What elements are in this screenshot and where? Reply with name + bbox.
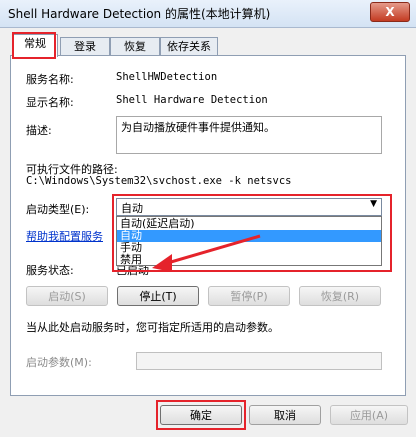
description-text: 为自动播放硬件事件提供通知。 bbox=[121, 121, 275, 134]
start-params-input[interactable] bbox=[136, 352, 382, 370]
chevron-down-icon: ▼ bbox=[370, 199, 377, 209]
service-name-value: ShellHWDetection bbox=[116, 71, 218, 83]
tab-general[interactable]: 常规 bbox=[12, 34, 58, 57]
resume-button[interactable]: 恢复(R) bbox=[299, 286, 381, 306]
start-params-hint: 当从此处启动服务时，您可指定所适用的启动参数。 bbox=[26, 321, 279, 334]
startup-type-value: 自动 bbox=[121, 202, 143, 215]
stop-button[interactable]: 停止(T) bbox=[117, 286, 199, 306]
exe-path-value: C:\Windows\System32\svchost.exe -k netsv… bbox=[26, 175, 292, 187]
service-name-label: 服务名称: bbox=[26, 73, 74, 86]
description-box[interactable]: 为自动播放硬件事件提供通知。 bbox=[116, 116, 382, 154]
tab-recovery[interactable]: 恢复 bbox=[110, 37, 160, 56]
pause-button[interactable]: 暂停(P) bbox=[208, 286, 290, 306]
ok-button[interactable]: 确定 bbox=[160, 405, 242, 425]
startup-type-select[interactable]: 自动 ▼ bbox=[116, 198, 382, 216]
service-status-label: 服务状态: bbox=[26, 264, 74, 277]
tab-logon[interactable]: 登录 bbox=[60, 37, 110, 56]
apply-button[interactable]: 应用(A) bbox=[330, 405, 408, 425]
help-link[interactable]: 帮助我配置服务 bbox=[26, 228, 103, 244]
start-params-label: 启动参数(M): bbox=[26, 356, 92, 369]
close-button[interactable]: X bbox=[370, 2, 410, 22]
display-name-value: Shell Hardware Detection bbox=[116, 94, 268, 106]
title-bar: Shell Hardware Detection 的属性(本地计算机) X bbox=[0, 0, 416, 28]
startup-type-label: 启动类型(E): bbox=[26, 203, 90, 216]
display-name-label: 显示名称: bbox=[26, 96, 74, 109]
annotation-arrow-icon bbox=[152, 234, 261, 272]
start-button[interactable]: 启动(S) bbox=[26, 286, 108, 306]
tab-dependencies[interactable]: 依存关系 bbox=[160, 37, 218, 56]
description-label: 描述: bbox=[26, 124, 52, 137]
cancel-button[interactable]: 取消 bbox=[249, 405, 321, 425]
close-icon: X bbox=[385, 5, 395, 19]
window-title: Shell Hardware Detection 的属性(本地计算机) bbox=[8, 7, 271, 21]
